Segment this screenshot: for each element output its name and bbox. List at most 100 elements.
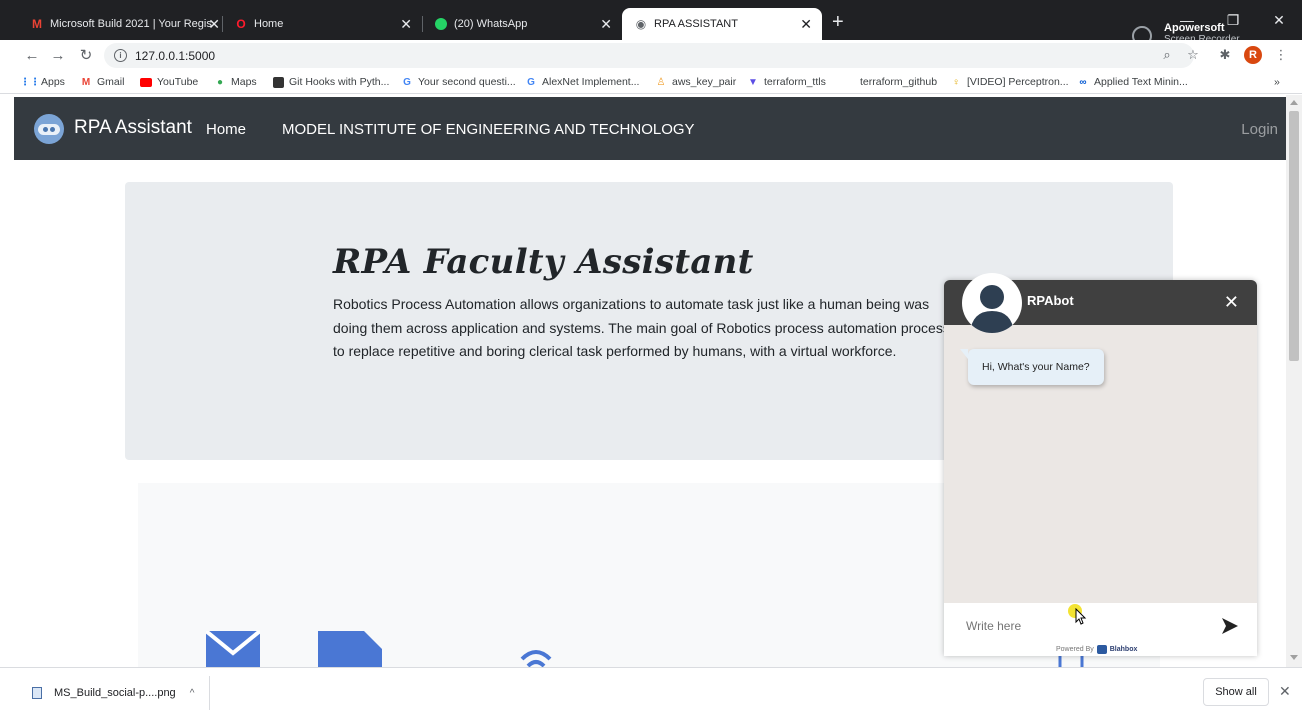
chat-footer: Powered By Blahbox	[944, 603, 1257, 656]
close-window-icon[interactable]: ✕	[1256, 0, 1302, 40]
close-icon[interactable]: ✕	[600, 16, 612, 33]
bot-message-bubble: Hi, What's your Name?	[960, 349, 1104, 385]
chat-bot-name: RPAbot	[1027, 293, 1074, 308]
bookmark-label: YouTube	[157, 76, 199, 88]
forward-icon[interactable]: →	[48, 45, 68, 65]
extensions-icon[interactable]: ✱	[1216, 46, 1234, 64]
bookmark-perceptron-video[interactable]: ♀ [VIDEO] Perceptron...	[950, 74, 1069, 90]
show-all-button[interactable]: Show all	[1203, 678, 1269, 706]
minimize-icon[interactable]: —	[1164, 0, 1210, 40]
bookmark-label: terraform_ttls	[764, 76, 826, 88]
powered-by-text: Powered By	[1056, 646, 1094, 653]
bookmark-gmail[interactable]: M Gmail	[80, 74, 125, 90]
page-scrollbar[interactable]	[1286, 95, 1302, 667]
bookmark-label: Git Hooks with Pyth...	[289, 76, 390, 88]
maps-pin-icon: ●	[216, 76, 224, 88]
bookmark-second-question[interactable]: G Your second questi...	[401, 74, 516, 90]
close-icon[interactable]: ✕	[1224, 292, 1239, 313]
bookmark-label: Apps	[41, 76, 65, 88]
scroll-up-icon[interactable]	[1290, 100, 1298, 105]
bookmark-maps[interactable]: ● Maps	[214, 74, 257, 90]
url-bar[interactable]: i 127.0.0.1:5000	[104, 43, 1194, 68]
google-icon: G	[403, 76, 411, 88]
info-icon[interactable]: i	[114, 49, 127, 62]
globe-icon: ◉	[635, 17, 647, 31]
powered-by-label: Powered By Blahbox	[1056, 645, 1137, 654]
tab-title: Microsoft Build 2021 | Your Regis	[50, 18, 212, 30]
whatsapp-icon	[434, 17, 448, 31]
blahbox-logo-icon	[1096, 645, 1107, 654]
youtube-icon	[140, 76, 152, 88]
hero-description: Robotics Process Automation allows organ…	[333, 296, 950, 359]
bookmark-apps[interactable]: ⋮⋮ Apps	[20, 74, 65, 90]
close-download-bar-icon[interactable]: ✕	[1279, 683, 1291, 700]
profile-avatar[interactable]: R	[1244, 46, 1262, 64]
window-controls: — ❐ ✕	[1164, 0, 1302, 40]
menu-kebab-icon[interactable]: ⋮	[1272, 46, 1290, 64]
apps-grid-icon: ⋮⋮	[20, 76, 40, 88]
bookmark-alexnet[interactable]: G AlexNet Implement...	[525, 74, 639, 90]
chat-header: RPAbot ✕	[944, 273, 1257, 333]
bookmarks-bar: ⋮⋮ Apps M Gmail YouTube ● Maps Git Hooks wi…	[0, 70, 1302, 94]
tab-home[interactable]: O Home ✕	[222, 8, 422, 40]
star-icon[interactable]: ☆	[1184, 46, 1202, 64]
bookmark-applied-text-mining[interactable]: ∞ Applied Text Minin...	[1077, 74, 1188, 90]
gmail-icon: M	[81, 76, 91, 88]
opera-icon: O	[236, 17, 246, 31]
new-tab-button[interactable]: +	[832, 12, 844, 32]
bookmark-youtube[interactable]: YouTube	[140, 74, 198, 90]
restore-icon[interactable]: ❐	[1210, 0, 1256, 40]
bot-avatar-icon	[962, 273, 1022, 333]
nav-institute-link[interactable]: MODEL INSTITUTE OF ENGINEERING AND TECHN…	[282, 121, 695, 138]
reload-icon[interactable]: ↻	[76, 45, 96, 65]
send-icon[interactable]	[1221, 617, 1239, 635]
browser-tab-strip: M Microsoft Build 2021 | Your Regis ✕ O …	[0, 0, 1302, 46]
close-icon[interactable]: ✕	[400, 16, 412, 33]
bookmark-label: [VIDEO] Perceptron...	[967, 76, 1069, 88]
more-bookmarks-icon[interactable]: »	[1274, 74, 1280, 90]
tab-title: Home	[254, 18, 284, 30]
bookmark-label: Maps	[231, 76, 257, 88]
brand-link[interactable]: RPA Assistant	[74, 117, 192, 139]
bookmark-aws-key-pair[interactable]: ♙ aws_key_pair	[655, 74, 737, 90]
site-navbar: RPA Assistant Home MODEL INSTITUTE OF EN…	[14, 97, 1286, 160]
tab-title: RPA ASSISTANT	[654, 18, 738, 30]
back-icon[interactable]: ←	[22, 45, 42, 65]
login-link[interactable]: Login	[1241, 121, 1278, 138]
tab-rpa-assistant[interactable]: ◉ RPA ASSISTANT ✕	[622, 8, 822, 40]
tab-title: (20) WhatsApp	[454, 18, 528, 30]
mouse-pointer-icon	[1075, 608, 1087, 625]
zoom-icon[interactable]: ⌕	[1158, 46, 1176, 64]
aws-icon: ♙	[656, 76, 666, 88]
bookmark-terraform-github[interactable]: terraform_github	[860, 74, 937, 90]
hero-title: RPA Faculty Assistant	[333, 242, 754, 282]
chevron-up-icon[interactable]: ^	[190, 688, 195, 699]
bookmark-label: aws_key_pair	[672, 76, 737, 88]
download-bar: MS_Build_social-p....png ^ Show all ✕	[0, 667, 1302, 717]
url-text: 127.0.0.1:5000	[135, 48, 216, 63]
robot-logo-icon[interactable]	[34, 114, 64, 144]
powered-by-brand: Blahbox	[1109, 646, 1138, 653]
close-icon[interactable]: ✕	[800, 16, 812, 33]
bookmark-git-hooks[interactable]: Git Hooks with Pyth...	[272, 74, 389, 90]
bookmark-label: Gmail	[97, 76, 125, 88]
bookmark-terraform-ttls[interactable]: ▼ terraform_ttls	[747, 74, 826, 90]
terraform-icon: ▼	[748, 76, 758, 88]
bookmark-label: Applied Text Minin...	[1094, 76, 1188, 88]
close-icon[interactable]: ✕	[208, 16, 220, 33]
bookmark-label: AlexNet Implement...	[542, 76, 640, 88]
scroll-down-icon[interactable]	[1290, 655, 1298, 660]
address-bar-row: ← → ↻ i 127.0.0.1:5000 ⌕ ☆ ✱ R ⋮	[0, 40, 1302, 70]
scrollbar-thumb[interactable]	[1289, 111, 1299, 361]
image-file-icon	[32, 687, 42, 699]
tab-microsoft-build[interactable]: M Microsoft Build 2021 | Your Regis ✕	[18, 8, 230, 40]
mail-icon	[206, 631, 260, 667]
bookmark-page-icon	[272, 76, 284, 88]
download-filename: MS_Build_social-p....png	[54, 687, 176, 699]
bookmark-label: terraform_github	[860, 76, 938, 88]
nav-home-link[interactable]: Home	[206, 121, 246, 138]
download-item[interactable]: MS_Build_social-p....png ^	[22, 676, 210, 710]
bot-message-text: Hi, What's your Name?	[982, 361, 1090, 373]
lightbulb-icon: ♀	[952, 76, 960, 88]
tab-whatsapp[interactable]: (20) WhatsApp ✕	[422, 8, 622, 40]
